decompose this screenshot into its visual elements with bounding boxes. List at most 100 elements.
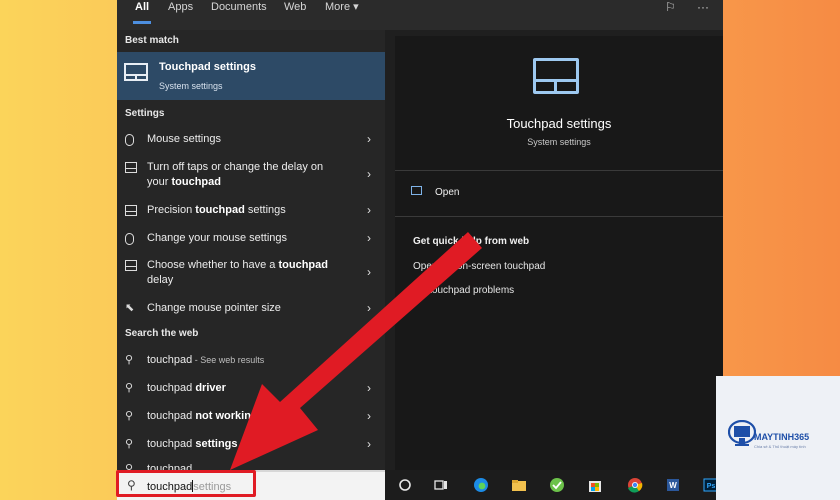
search-web-heading: Search the web xyxy=(125,328,199,339)
label-bold: settings xyxy=(195,438,238,450)
tab-more-label: More xyxy=(325,1,351,13)
best-match-heading: Best match xyxy=(125,35,179,46)
best-match-title: Touchpad settings xyxy=(159,61,256,73)
preview-title: Touchpad settings xyxy=(506,116,612,131)
feedback-icon[interactable]: ⚐ xyxy=(665,0,681,14)
chevron-right-icon: › xyxy=(367,231,371,245)
result-pointer-size[interactable]: ⬉ Change mouse pointer size › xyxy=(117,301,385,317)
result-label: Turn off taps or change the delay on you… xyxy=(147,160,347,190)
label-bold: touchpad xyxy=(278,259,328,271)
more-options-icon[interactable]: ··· xyxy=(697,0,713,14)
web-result-not-working[interactable]: ⚲ touchpad not working › xyxy=(117,409,385,425)
touchpad-icon xyxy=(125,162,137,173)
result-touchpad-delay[interactable]: Choose whether to have a touchpad delay … xyxy=(117,258,385,288)
search-icon: ⚲ xyxy=(125,354,134,366)
label-text: touchpad xyxy=(147,410,196,422)
help-heading: Get quick help from web xyxy=(413,236,530,247)
result-turn-off-taps[interactable]: Turn off taps or change the delay on you… xyxy=(117,160,385,190)
tab-apps[interactable]: Apps xyxy=(168,0,193,30)
result-label: Choose whether to have a touchpad delay xyxy=(147,258,347,288)
label-muted: - See web results xyxy=(192,355,265,365)
preview-pane: Touchpad settings System settings Open G… xyxy=(395,36,723,470)
label-bold: not working xyxy=(195,410,258,422)
store-icon[interactable] xyxy=(587,477,603,493)
preview-subtitle: System settings xyxy=(527,137,591,147)
chevron-right-icon: › xyxy=(367,301,371,315)
result-label: touchpad not working xyxy=(147,409,347,424)
chevron-down-icon: ▾ xyxy=(353,1,359,13)
tab-more[interactable]: More ▾ xyxy=(325,0,359,30)
chevron-right-icon: › xyxy=(367,265,371,279)
web-result-driver[interactable]: ⚲ touchpad driver › xyxy=(117,381,385,397)
label-text: Precision xyxy=(147,204,196,216)
result-change-mouse-settings[interactable]: Change your mouse settings › xyxy=(117,231,385,247)
label-bold: driver xyxy=(195,382,226,394)
label-text: touchpad xyxy=(147,354,193,366)
tab-web[interactable]: Web xyxy=(284,0,306,30)
web-result-partial[interactable]: ⚲ touchpad xyxy=(117,462,385,470)
chevron-right-icon: › xyxy=(367,203,371,217)
touchpad-icon xyxy=(125,205,137,216)
watermark-logo: MAYTINH365 Chia sẻ & Thủ thuật máy tính xyxy=(716,376,840,500)
help-link-onscreen-touchpad[interactable]: Open the on-screen touchpad xyxy=(413,261,545,272)
open-icon xyxy=(411,186,422,195)
web-result-settings[interactable]: ⚲ touchpad settings › xyxy=(117,437,385,453)
touchpad-icon xyxy=(124,63,148,81)
mouse-icon xyxy=(125,134,134,146)
result-label: touchpad settings xyxy=(147,437,347,452)
label-text: touchpad xyxy=(147,382,196,394)
best-match-subtitle: System settings xyxy=(159,81,223,91)
result-label: touchpad driver xyxy=(147,381,347,396)
label-text: settings xyxy=(244,204,286,216)
open-label: Open xyxy=(435,187,460,198)
taskbar: W Ps xyxy=(385,470,723,500)
windows-search-panel: All Apps Documents Web More ▾ ⚐ ··· Best… xyxy=(117,0,723,500)
label-text: touchpad xyxy=(147,438,196,450)
search-icon: ⚲ xyxy=(125,410,134,422)
watermark-name: MAYTINH365 xyxy=(754,432,810,442)
search-icon: ⚲ xyxy=(125,438,134,450)
chevron-right-icon: › xyxy=(367,132,371,146)
chrome-icon[interactable] xyxy=(627,477,643,493)
watermark-tagline: Chia sẻ & Thủ thuật máy tính xyxy=(754,444,806,449)
divider xyxy=(395,216,723,217)
search-icon: ⚲ xyxy=(125,382,134,394)
monitor-logo-icon xyxy=(728,420,756,446)
label-text: touchpad xyxy=(147,463,193,470)
label-text: delay xyxy=(147,274,174,286)
settings-heading: Settings xyxy=(125,108,165,119)
chevron-right-icon: › xyxy=(367,381,371,395)
result-label: touchpad - See web results xyxy=(147,353,347,368)
app-check-icon[interactable] xyxy=(549,477,565,493)
chevron-right-icon: › xyxy=(367,167,371,181)
edge-browser-icon[interactable] xyxy=(473,477,489,493)
file-explorer-icon[interactable] xyxy=(511,477,527,493)
tab-all[interactable]: All xyxy=(132,0,152,30)
divider xyxy=(395,170,723,171)
result-label: touchpad xyxy=(147,462,347,470)
chevron-right-icon: › xyxy=(367,409,371,423)
search-highlight-box xyxy=(116,470,256,497)
touchpad-icon xyxy=(125,260,137,271)
result-mouse-settings[interactable]: Mouse settings › xyxy=(117,132,385,148)
result-label: Change mouse pointer size xyxy=(147,302,281,314)
search-filter-tabs: All Apps Documents Web More ▾ ⚐ ··· xyxy=(117,0,723,30)
results-pane: Best match Touchpad settings System sett… xyxy=(117,30,385,470)
mouse-icon xyxy=(125,233,134,245)
touchpad-icon xyxy=(533,58,579,94)
best-match-result[interactable]: Touchpad settings System settings xyxy=(117,52,385,100)
cortana-icon[interactable] xyxy=(397,477,413,493)
svg-text:W: W xyxy=(669,481,677,490)
result-label: Precision touchpad settings xyxy=(147,203,347,218)
chevron-right-icon: › xyxy=(367,437,371,451)
task-view-icon[interactable] xyxy=(433,477,449,493)
label-text: Choose whether to have a xyxy=(147,259,279,271)
svg-text:Ps: Ps xyxy=(707,483,716,490)
tab-documents[interactable]: Documents xyxy=(211,0,267,30)
result-label: Change your mouse settings xyxy=(147,232,288,244)
result-precision-touchpad[interactable]: Precision touchpad settings › xyxy=(117,203,385,219)
result-label: Mouse settings xyxy=(147,133,221,145)
word-icon[interactable]: W xyxy=(665,477,681,493)
web-result-touchpad[interactable]: ⚲ touchpad - See web results xyxy=(117,353,385,369)
help-link-fix-problems[interactable]: Fix touchpad problems xyxy=(413,285,514,296)
